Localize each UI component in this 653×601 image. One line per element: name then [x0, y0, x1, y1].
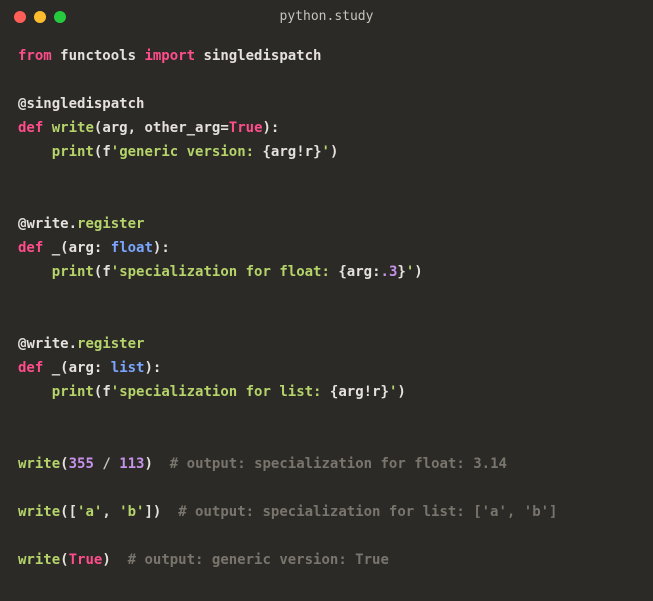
code-line: print(f'specialization for list: {arg!r}… [18, 384, 406, 400]
window-title: python.study [0, 5, 653, 29]
code-line: def write(arg, other_arg=True): [18, 120, 279, 136]
code-line: print(f'specialization for float: {arg:.… [18, 264, 423, 280]
zoom-icon[interactable] [54, 11, 66, 23]
code-line: print(f'generic version: {arg!r}') [18, 144, 338, 160]
code-line: write(355 / 113) # output: specializatio… [18, 456, 507, 472]
code-line: @write.register [18, 336, 144, 352]
code-line: write(['a', 'b']) # output: specializati… [18, 504, 557, 520]
code-block: from functools import singledispatch @si… [0, 34, 653, 590]
code-line: def _(arg: float): [18, 240, 170, 256]
code-line: def _(arg: list): [18, 360, 161, 376]
code-line: from functools import singledispatch [18, 48, 321, 64]
close-icon[interactable] [14, 11, 26, 23]
code-line: @write.register [18, 216, 144, 232]
code-line: @singledispatch [18, 96, 144, 112]
code-line: write(True) # output: generic version: T… [18, 552, 389, 568]
window-titlebar: python.study [0, 0, 653, 34]
traffic-lights [14, 11, 66, 23]
minimize-icon[interactable] [34, 11, 46, 23]
